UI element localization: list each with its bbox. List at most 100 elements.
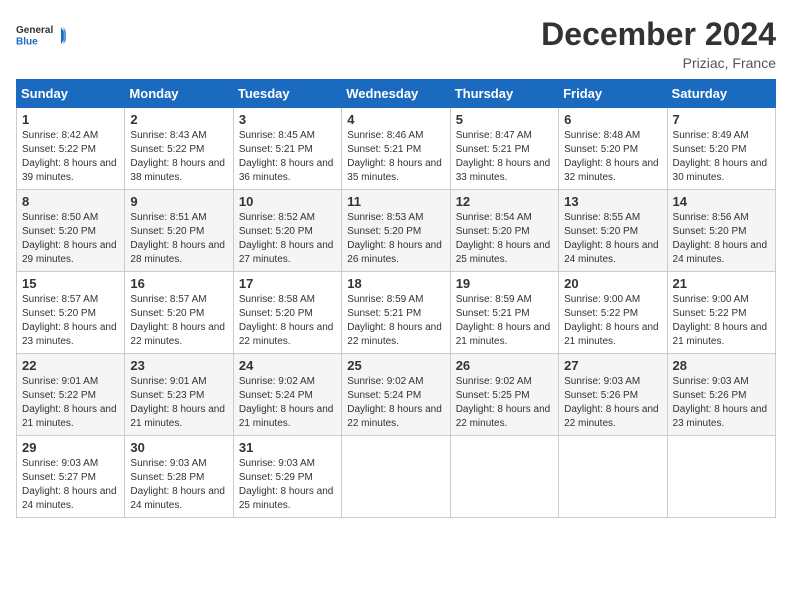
day-detail: Sunrise: 8:47 AM Sunset: 5:21 PM Dayligh… [456, 129, 553, 185]
calendar-cell: 6 Sunrise: 8:48 AM Sunset: 5:20 PM Dayli… [559, 108, 667, 190]
day-number: 4 [347, 112, 444, 127]
svg-text:Blue: Blue [16, 36, 38, 47]
calendar-week-3: 15 Sunrise: 8:57 AM Sunset: 5:20 PM Dayl… [17, 272, 776, 354]
day-number: 17 [239, 276, 336, 291]
month-title: December 2024 [541, 16, 776, 53]
day-detail: Sunrise: 9:00 AM Sunset: 5:22 PM Dayligh… [564, 293, 661, 349]
day-number: 15 [22, 276, 119, 291]
day-number: 18 [347, 276, 444, 291]
day-number: 11 [347, 194, 444, 209]
calendar-cell: 15 Sunrise: 8:57 AM Sunset: 5:20 PM Dayl… [17, 272, 125, 354]
calendar-cell [667, 436, 775, 518]
calendar-cell: 19 Sunrise: 8:59 AM Sunset: 5:21 PM Dayl… [450, 272, 558, 354]
day-detail: Sunrise: 9:00 AM Sunset: 5:22 PM Dayligh… [673, 293, 770, 349]
day-detail: Sunrise: 8:56 AM Sunset: 5:20 PM Dayligh… [673, 211, 770, 267]
day-header-thursday: Thursday [450, 80, 558, 108]
calendar-cell: 27 Sunrise: 9:03 AM Sunset: 5:26 PM Dayl… [559, 354, 667, 436]
calendar-week-5: 29 Sunrise: 9:03 AM Sunset: 5:27 PM Dayl… [17, 436, 776, 518]
calendar-week-4: 22 Sunrise: 9:01 AM Sunset: 5:22 PM Dayl… [17, 354, 776, 436]
day-detail: Sunrise: 8:53 AM Sunset: 5:20 PM Dayligh… [347, 211, 444, 267]
calendar-cell: 10 Sunrise: 8:52 AM Sunset: 5:20 PM Dayl… [233, 190, 341, 272]
calendar-cell: 18 Sunrise: 8:59 AM Sunset: 5:21 PM Dayl… [342, 272, 450, 354]
day-detail: Sunrise: 8:46 AM Sunset: 5:21 PM Dayligh… [347, 129, 444, 185]
calendar-cell [559, 436, 667, 518]
logo: General Blue [16, 16, 66, 56]
day-detail: Sunrise: 9:03 AM Sunset: 5:29 PM Dayligh… [239, 457, 336, 513]
calendar-cell: 31 Sunrise: 9:03 AM Sunset: 5:29 PM Dayl… [233, 436, 341, 518]
day-header-sunday: Sunday [17, 80, 125, 108]
calendar-cell: 20 Sunrise: 9:00 AM Sunset: 5:22 PM Dayl… [559, 272, 667, 354]
calendar-cell: 23 Sunrise: 9:01 AM Sunset: 5:23 PM Dayl… [125, 354, 233, 436]
day-number: 13 [564, 194, 661, 209]
day-detail: Sunrise: 9:01 AM Sunset: 5:23 PM Dayligh… [130, 375, 227, 431]
day-number: 16 [130, 276, 227, 291]
svg-text:General: General [16, 25, 53, 36]
day-number: 1 [22, 112, 119, 127]
day-number: 26 [456, 358, 553, 373]
calendar-cell: 17 Sunrise: 8:58 AM Sunset: 5:20 PM Dayl… [233, 272, 341, 354]
day-detail: Sunrise: 8:48 AM Sunset: 5:20 PM Dayligh… [564, 129, 661, 185]
day-number: 28 [673, 358, 770, 373]
calendar-cell: 24 Sunrise: 9:02 AM Sunset: 5:24 PM Dayl… [233, 354, 341, 436]
calendar-cell: 28 Sunrise: 9:03 AM Sunset: 5:26 PM Dayl… [667, 354, 775, 436]
day-detail: Sunrise: 8:50 AM Sunset: 5:20 PM Dayligh… [22, 211, 119, 267]
day-detail: Sunrise: 9:02 AM Sunset: 5:24 PM Dayligh… [239, 375, 336, 431]
calendar-cell: 26 Sunrise: 9:02 AM Sunset: 5:25 PM Dayl… [450, 354, 558, 436]
day-number: 30 [130, 440, 227, 455]
day-header-tuesday: Tuesday [233, 80, 341, 108]
day-detail: Sunrise: 8:58 AM Sunset: 5:20 PM Dayligh… [239, 293, 336, 349]
day-detail: Sunrise: 9:03 AM Sunset: 5:26 PM Dayligh… [564, 375, 661, 431]
calendar-cell: 3 Sunrise: 8:45 AM Sunset: 5:21 PM Dayli… [233, 108, 341, 190]
day-number: 25 [347, 358, 444, 373]
page-header: General Blue December 2024 Priziac, Fran… [16, 16, 776, 71]
calendar-cell [342, 436, 450, 518]
day-detail: Sunrise: 8:59 AM Sunset: 5:21 PM Dayligh… [347, 293, 444, 349]
logo-svg: General Blue [16, 16, 66, 56]
day-detail: Sunrise: 9:03 AM Sunset: 5:26 PM Dayligh… [673, 375, 770, 431]
calendar-week-1: 1 Sunrise: 8:42 AM Sunset: 5:22 PM Dayli… [17, 108, 776, 190]
day-number: 31 [239, 440, 336, 455]
day-detail: Sunrise: 9:02 AM Sunset: 5:24 PM Dayligh… [347, 375, 444, 431]
calendar-cell: 8 Sunrise: 8:50 AM Sunset: 5:20 PM Dayli… [17, 190, 125, 272]
day-detail: Sunrise: 8:52 AM Sunset: 5:20 PM Dayligh… [239, 211, 336, 267]
calendar-cell: 13 Sunrise: 8:55 AM Sunset: 5:20 PM Dayl… [559, 190, 667, 272]
day-header-wednesday: Wednesday [342, 80, 450, 108]
day-number: 21 [673, 276, 770, 291]
day-header-saturday: Saturday [667, 80, 775, 108]
title-block: December 2024 Priziac, France [541, 16, 776, 71]
location: Priziac, France [541, 55, 776, 71]
day-number: 14 [673, 194, 770, 209]
calendar-cell: 25 Sunrise: 9:02 AM Sunset: 5:24 PM Dayl… [342, 354, 450, 436]
day-number: 22 [22, 358, 119, 373]
calendar-cell [450, 436, 558, 518]
day-detail: Sunrise: 9:03 AM Sunset: 5:28 PM Dayligh… [130, 457, 227, 513]
calendar-cell: 30 Sunrise: 9:03 AM Sunset: 5:28 PM Dayl… [125, 436, 233, 518]
calendar-cell: 1 Sunrise: 8:42 AM Sunset: 5:22 PM Dayli… [17, 108, 125, 190]
day-number: 7 [673, 112, 770, 127]
day-number: 20 [564, 276, 661, 291]
day-number: 10 [239, 194, 336, 209]
calendar-cell: 11 Sunrise: 8:53 AM Sunset: 5:20 PM Dayl… [342, 190, 450, 272]
day-detail: Sunrise: 8:45 AM Sunset: 5:21 PM Dayligh… [239, 129, 336, 185]
day-number: 12 [456, 194, 553, 209]
day-number: 24 [239, 358, 336, 373]
day-detail: Sunrise: 8:59 AM Sunset: 5:21 PM Dayligh… [456, 293, 553, 349]
day-header-friday: Friday [559, 80, 667, 108]
day-detail: Sunrise: 8:57 AM Sunset: 5:20 PM Dayligh… [22, 293, 119, 349]
calendar-cell: 12 Sunrise: 8:54 AM Sunset: 5:20 PM Dayl… [450, 190, 558, 272]
day-detail: Sunrise: 9:01 AM Sunset: 5:22 PM Dayligh… [22, 375, 119, 431]
day-detail: Sunrise: 8:49 AM Sunset: 5:20 PM Dayligh… [673, 129, 770, 185]
day-number: 19 [456, 276, 553, 291]
day-number: 2 [130, 112, 227, 127]
day-detail: Sunrise: 8:42 AM Sunset: 5:22 PM Dayligh… [22, 129, 119, 185]
day-number: 3 [239, 112, 336, 127]
day-number: 23 [130, 358, 227, 373]
calendar-cell: 22 Sunrise: 9:01 AM Sunset: 5:22 PM Dayl… [17, 354, 125, 436]
day-detail: Sunrise: 8:54 AM Sunset: 5:20 PM Dayligh… [456, 211, 553, 267]
calendar-table: SundayMondayTuesdayWednesdayThursdayFrid… [16, 79, 776, 518]
day-number: 5 [456, 112, 553, 127]
day-number: 27 [564, 358, 661, 373]
calendar-cell: 21 Sunrise: 9:00 AM Sunset: 5:22 PM Dayl… [667, 272, 775, 354]
calendar-cell: 14 Sunrise: 8:56 AM Sunset: 5:20 PM Dayl… [667, 190, 775, 272]
day-number: 6 [564, 112, 661, 127]
